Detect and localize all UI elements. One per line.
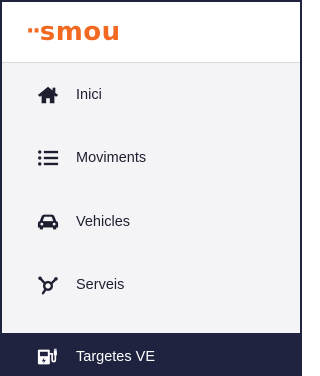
smou-logo[interactable]: ·· smou [26, 17, 121, 47]
sidebar-item-label: Inici [76, 86, 102, 103]
sidebar-item-inici[interactable]: Inici [2, 63, 300, 127]
logo-text: smou [39, 17, 121, 47]
car-icon [36, 212, 60, 232]
sidebar-item-serveis[interactable]: Serveis [2, 254, 300, 318]
sidebar-item-moviments[interactable]: Moviments [2, 127, 300, 191]
sidebar-item-label: Vehicles [76, 213, 131, 230]
sidebar-header: ·· smou [2, 2, 300, 62]
sidebar-menu: Inici Moviments Vehicles Serveis Targete… [2, 63, 300, 376]
sidebar-item-vehicles[interactable]: Vehicles [2, 190, 300, 254]
sidebar-item-targetes-ve[interactable]: Targetes VE [2, 333, 300, 376]
ev-card-icon [36, 347, 60, 367]
sidebar-panel: ·· smou Inici Moviments Vehicles Serveis… [0, 0, 302, 376]
services-icon [36, 275, 60, 295]
list-icon [36, 148, 60, 168]
sidebar-item-label: Serveis [76, 277, 125, 294]
sidebar-item-label: Moviments [76, 150, 147, 167]
sidebar-item-label: Targetes VE [76, 349, 155, 365]
home-icon [36, 85, 60, 105]
logo-dots: ·· [26, 18, 41, 44]
